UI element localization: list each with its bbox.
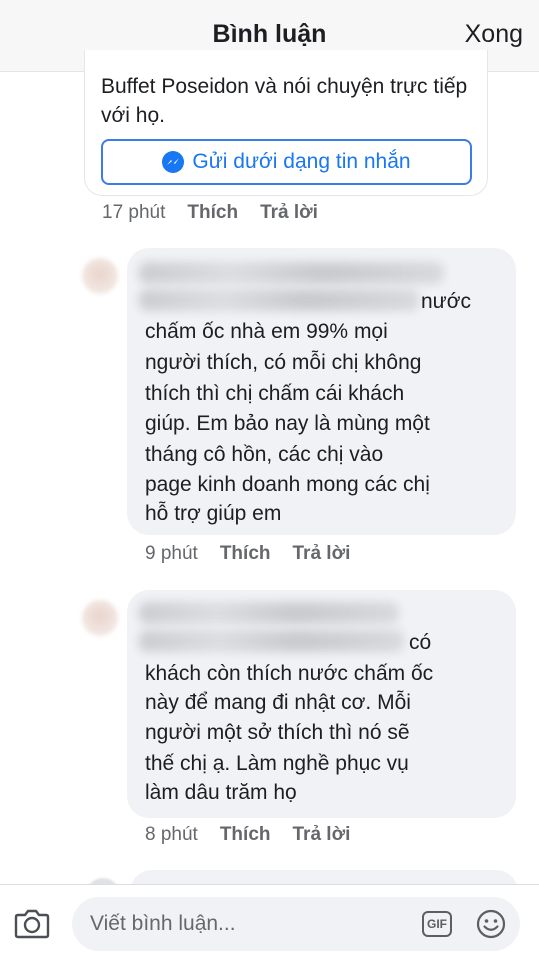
comment-placeholder: Viết bình luận... [90,912,236,935]
messenger-icon [162,151,185,173]
like-link[interactable]: Thích [220,543,271,565]
blurred-text [139,630,404,652]
reply-link[interactable]: Trả lời [293,824,351,846]
reply-link[interactable]: Trả lời [260,202,318,224]
comment-text-line: có [409,631,432,654]
comment-time: 9 phút [145,543,198,564]
card-meta: 17 phút Thích Trả lời [102,202,318,224]
comment-composer: Viết bình luận... GIF [0,884,539,960]
done-button[interactable]: Xong [465,20,523,49]
gif-button[interactable]: GIF [422,911,452,937]
send-as-message-button[interactable]: Gửi dưới dạng tin nhắn [101,139,472,185]
smiley-icon[interactable] [475,908,507,940]
comment-text-line: làm dâu trăm họ [145,781,297,804]
comment-text-line: người thích, có mỗi chị không [145,351,422,374]
message-card: Buffet Poseidon và nói chuyện trực tiếp … [84,50,488,196]
comment-text-line: thế chị ạ. Làm nghề phục vụ [145,752,409,775]
like-link[interactable]: Thích [220,824,271,846]
avatar[interactable] [82,258,118,294]
card-text: Buffet Poseidon và nói chuyện trực tiếp … [101,75,468,127]
blurred-author-name [139,262,444,284]
comment-bubble: nước chấm ốc nhà em 99% mọi người thích,… [127,248,516,535]
comment-text-line: tháng cô hồn, các chị vào [145,443,384,466]
comment-text-line: này để mang đi nhật cơ. Mỗi [145,691,411,714]
comment-meta: 9 phút Thích Trả lời [145,543,350,565]
blurred-author-name [139,602,399,624]
camera-icon[interactable] [14,907,50,939]
comment-bubble: có khách còn thích nước chấm ốc này để m… [127,590,516,818]
like-link[interactable]: Thích [187,202,238,224]
comment-meta: 8 phút Thích Trả lời [145,824,350,846]
comment-text-line: khách còn thích nước chấm ốc [145,662,434,685]
page-title: Bình luận [212,20,327,48]
comment-text-line: nước [421,290,472,313]
comment-text-line: page kinh doanh mong các chị [145,473,430,496]
comment-text-line: thích thì chị chấm cái khách [145,382,405,405]
comment-text-line: giúp. Em bảo nay là mùng một [145,412,430,435]
comment-text-line: chấm ốc nhà em 99% mọi [145,320,388,343]
send-as-message-label: Gửi dưới dạng tin nhắn [192,150,411,173]
reply-link[interactable]: Trả lời [293,543,351,565]
comment-input[interactable]: Viết bình luận... GIF [72,897,520,951]
comment-text-line: người một sở thích thì nó sẽ [145,721,410,744]
blurred-text [139,289,419,311]
comment-text-line: hỗ trợ giúp em [145,502,282,525]
comment-time: 8 phút [145,824,198,845]
avatar[interactable] [82,600,118,636]
comment-time: 17 phút [102,202,166,223]
